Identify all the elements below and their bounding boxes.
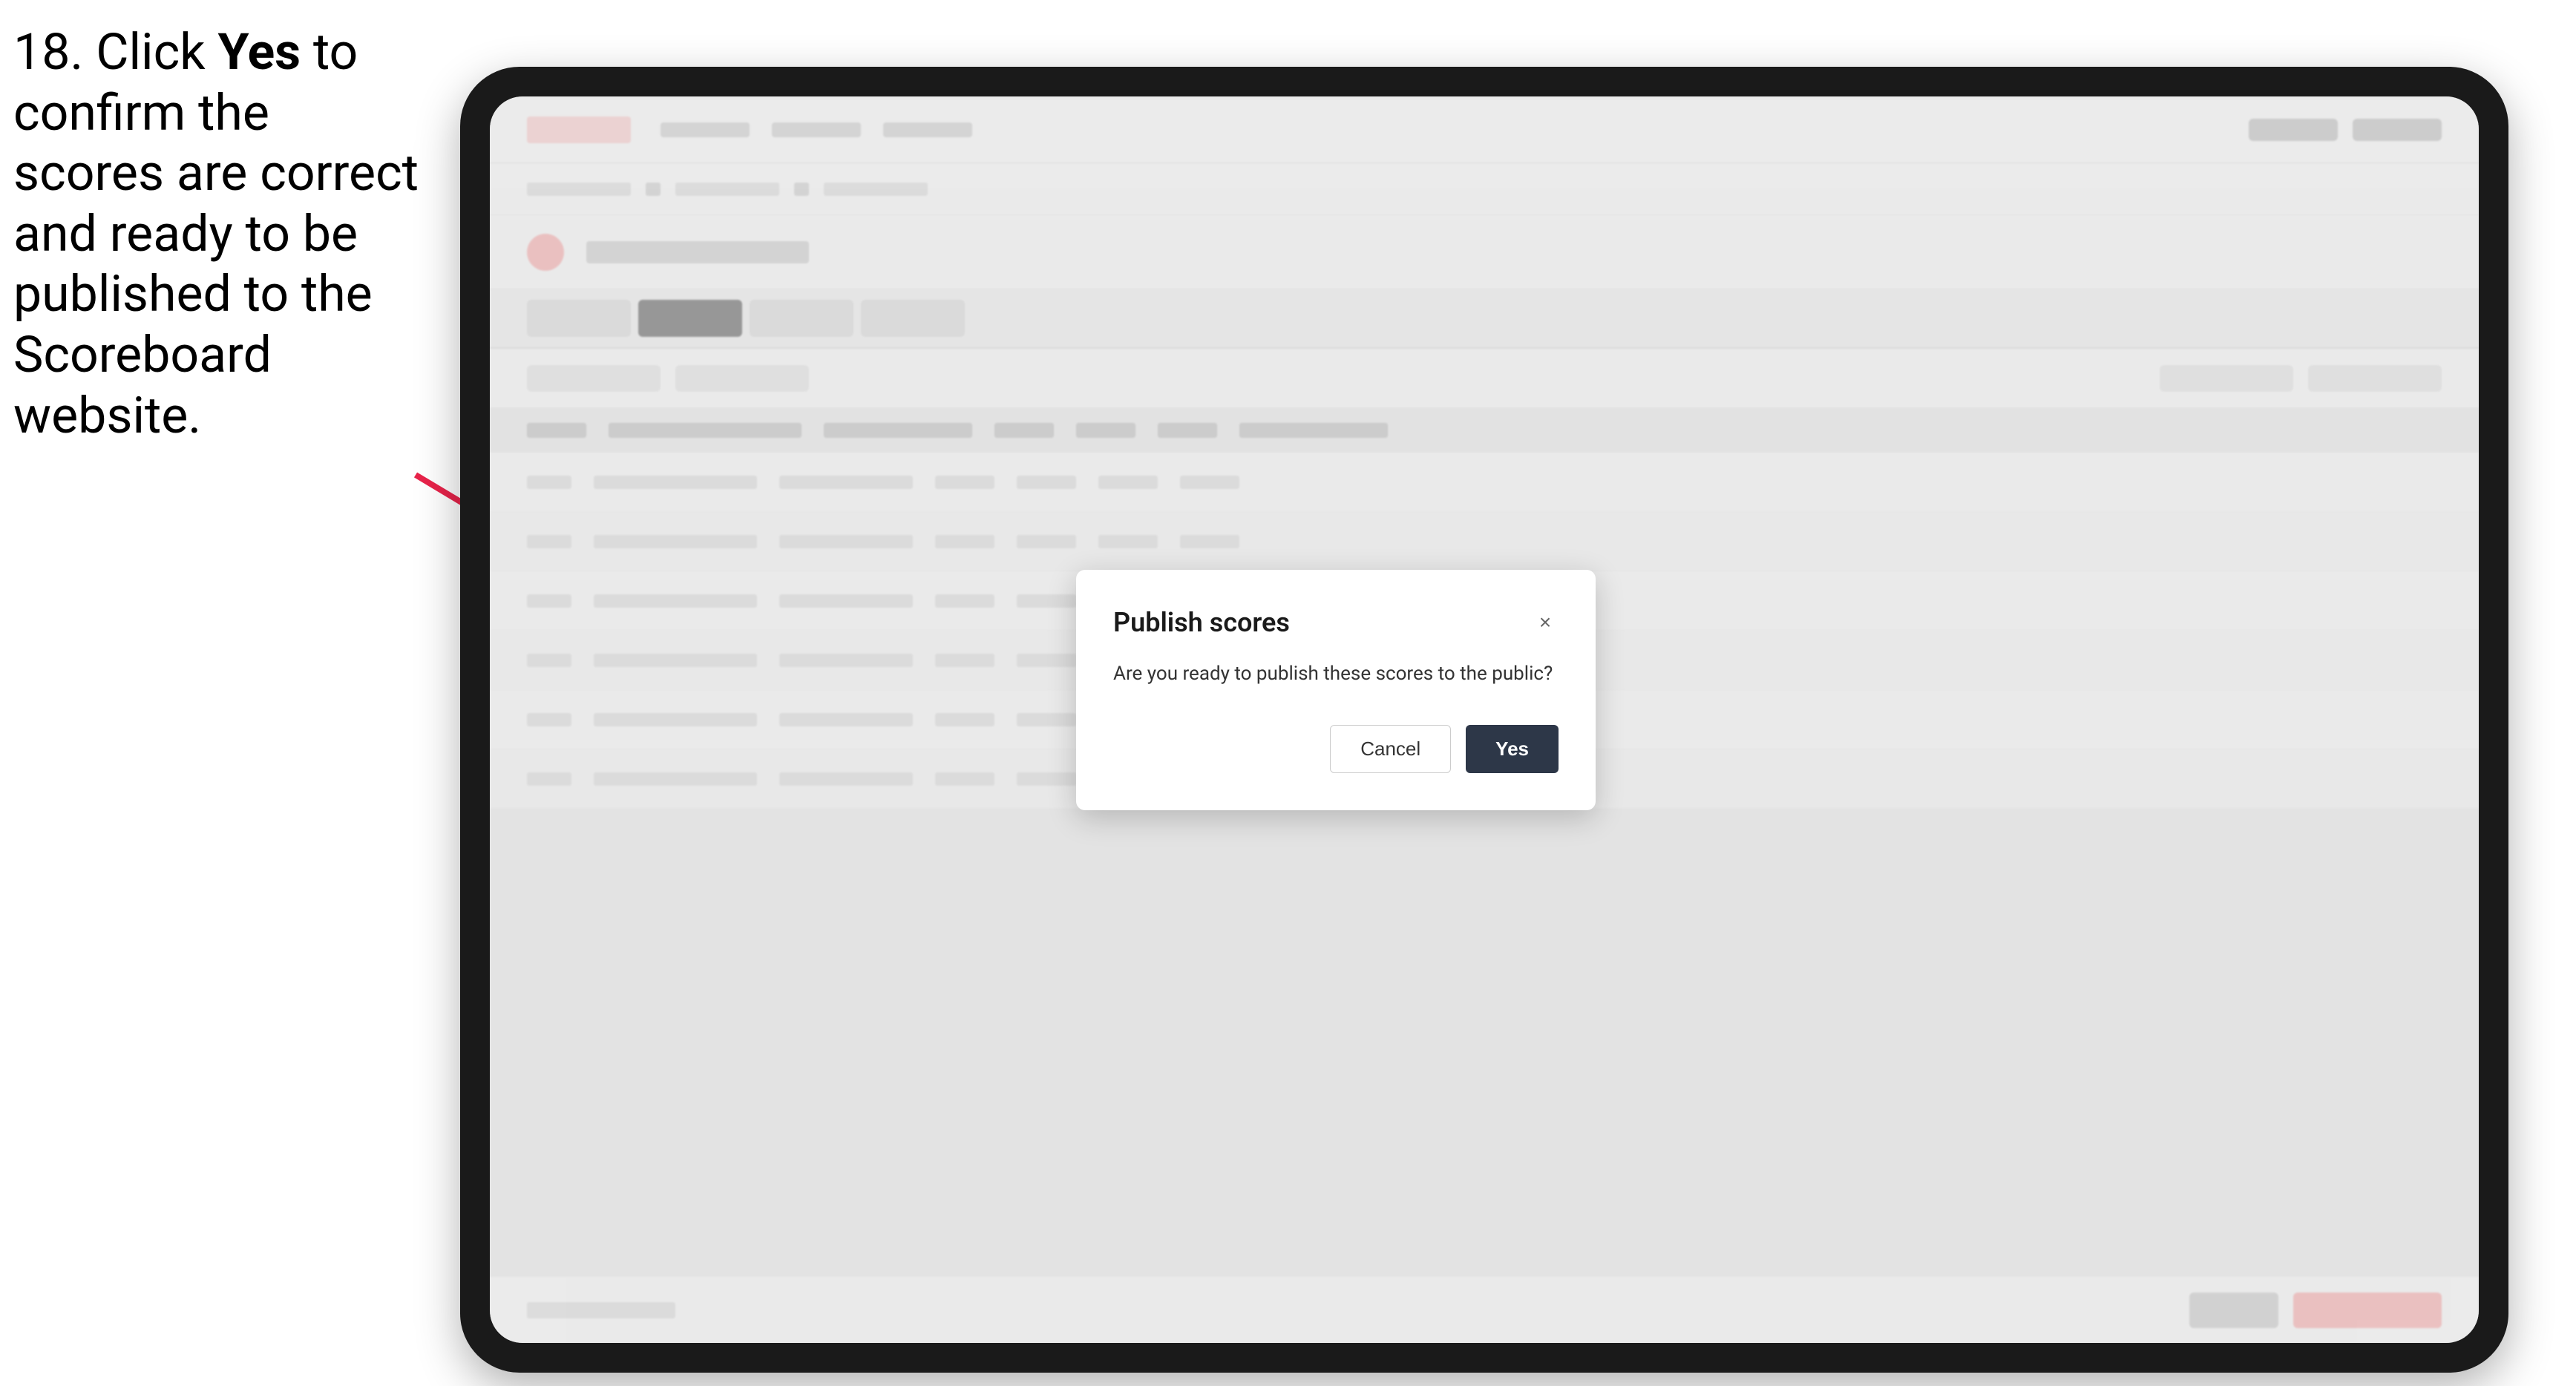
modal-overlay: Publish scores × Are you ready to publis… [490,96,2479,1343]
instruction-rest-text: to confirm the scores are correct and re… [13,22,419,445]
publish-scores-dialog: Publish scores × Are you ready to publis… [1076,570,1596,809]
step-number: 18. [13,22,83,82]
tablet-device: Publish scores × Are you ready to publis… [460,67,2508,1373]
instruction-click-text: Click [83,22,217,82]
modal-body: Are you ready to publish these scores to… [1113,660,1559,687]
modal-footer: Cancel Yes [1113,725,1559,773]
modal-header: Publish scores × [1113,607,1559,638]
tablet-screen: Publish scores × Are you ready to publis… [490,96,2479,1343]
yes-button[interactable]: Yes [1466,725,1559,773]
cancel-button[interactable]: Cancel [1330,725,1451,773]
instruction-text: 18. Click Yes to confirm the scores are … [13,22,429,446]
yes-keyword: Yes [218,22,301,82]
modal-close-button[interactable]: × [1532,609,1559,636]
modal-message: Are you ready to publish these scores to… [1113,660,1559,687]
modal-title: Publish scores [1113,607,1290,638]
